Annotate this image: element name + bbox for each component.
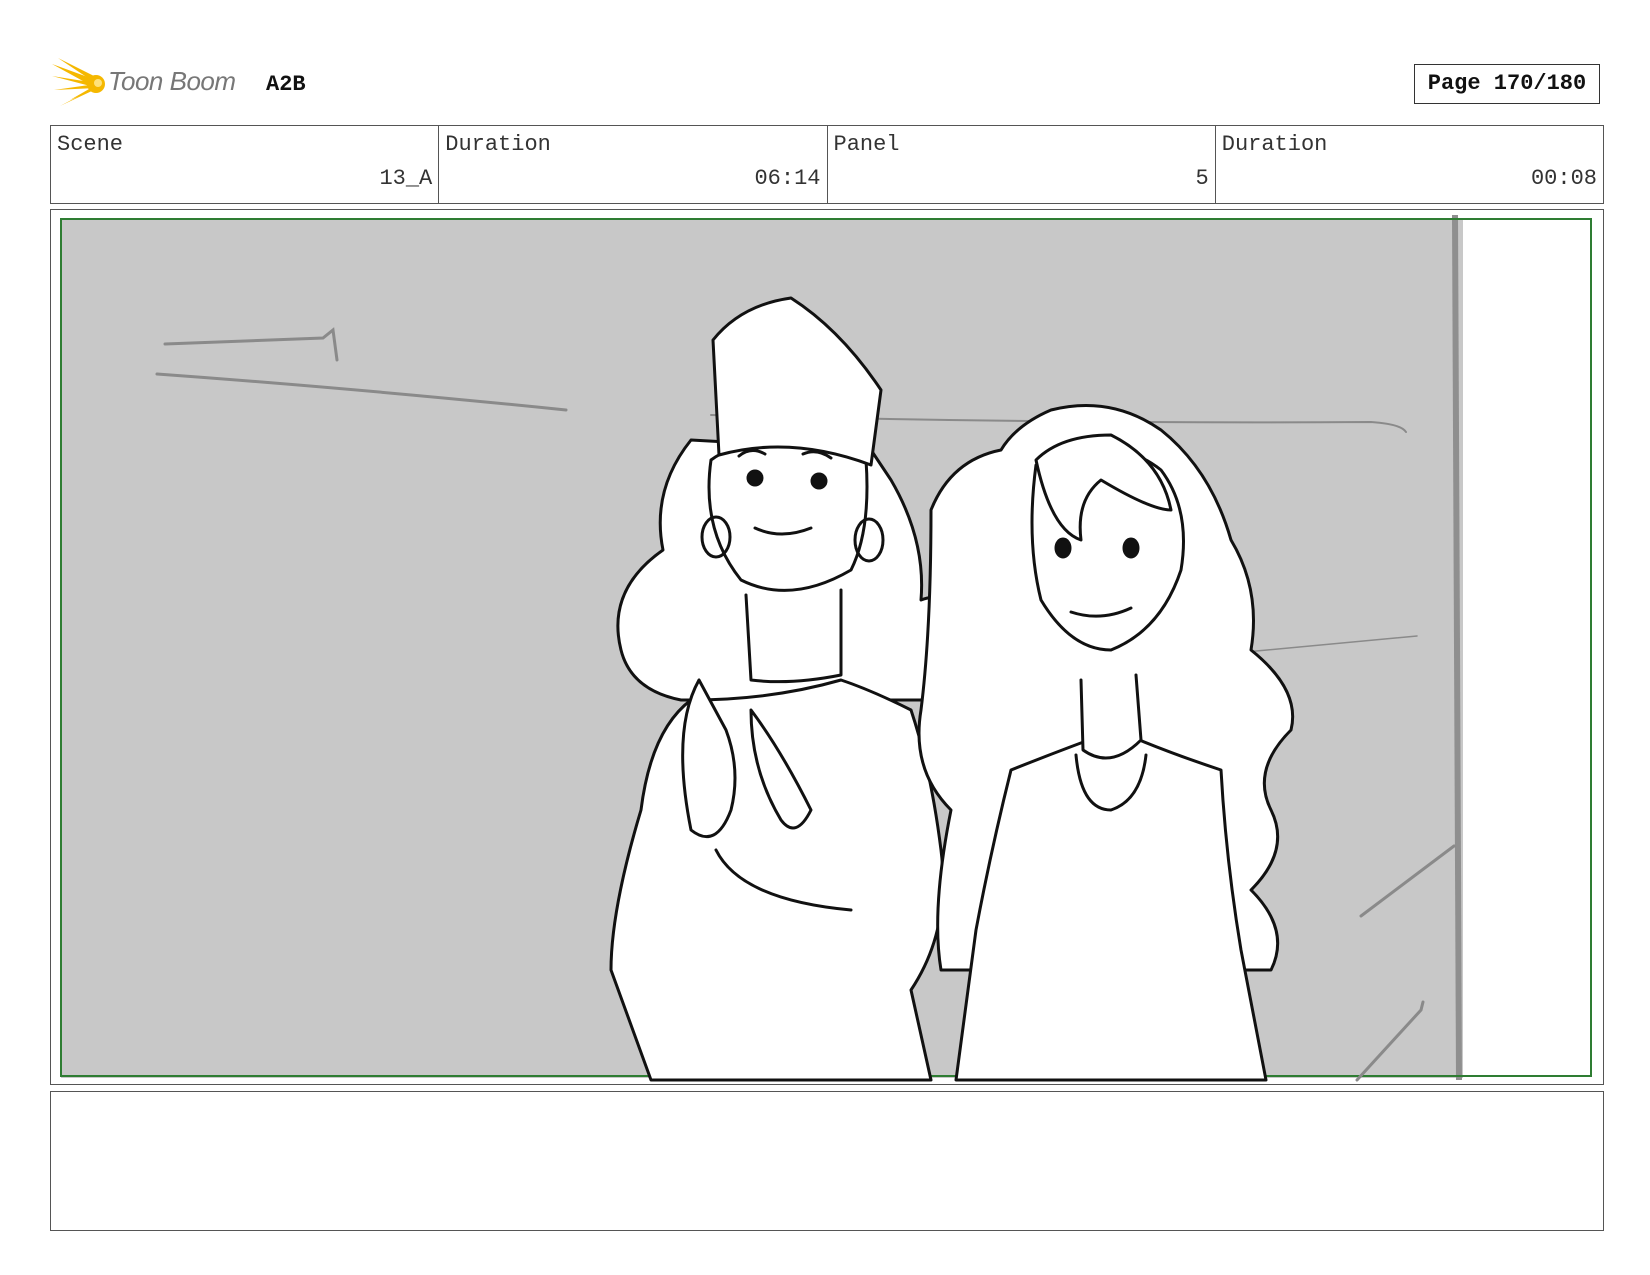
scene-duration-label: Duration [445, 132, 551, 157]
scene-cell: Scene 13_A [51, 126, 440, 203]
project-name: A2B [266, 72, 306, 97]
background-edge-line [1452, 214, 1462, 1081]
panel-drawing [60, 214, 1592, 1082]
scene-value: 13_A [379, 166, 433, 191]
panel-value: 5 [1195, 166, 1209, 191]
toon-boom-logo: Toon Boom [52, 56, 252, 110]
storyboard-panel [50, 209, 1604, 1085]
panel-cell: Panel 5 [828, 126, 1216, 203]
panel-info-row: Scene 13_A Duration 06:14 Panel 5 Durati… [50, 125, 1604, 204]
panel-label: Panel [833, 132, 900, 157]
panel-duration-value: 00:08 [1530, 166, 1597, 191]
panel-duration-cell: Duration 00:08 [1216, 126, 1603, 203]
scene-label: Scene [57, 132, 124, 157]
scene-duration-cell: Duration 06:14 [439, 126, 828, 203]
panel-duration-label: Duration [1221, 132, 1328, 157]
notes-box[interactable] [50, 1091, 1604, 1231]
page-indicator: Page 170/180 [1414, 64, 1600, 104]
logo-text: Toon Boom [108, 66, 236, 96]
starburst-icon [52, 58, 105, 106]
scene-duration-value: 06:14 [754, 166, 821, 191]
